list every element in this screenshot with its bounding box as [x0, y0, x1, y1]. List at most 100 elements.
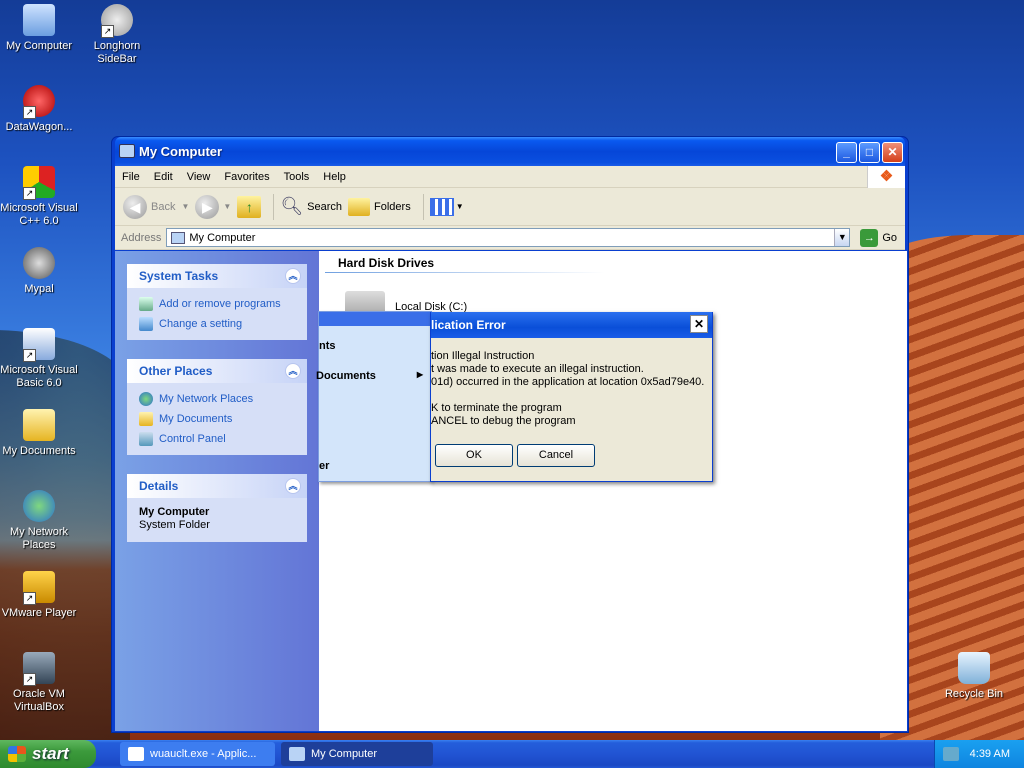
collapse-chevron-icon[interactable]: ︽	[285, 268, 301, 284]
menu-edit[interactable]: Edit	[147, 166, 180, 188]
control-panel-icon	[139, 317, 153, 331]
collapse-chevron-icon[interactable]: ︽	[285, 478, 301, 494]
back-button[interactable]: ◀ Back ▼	[123, 194, 190, 219]
other-places-header[interactable]: Other Places ︽	[127, 359, 307, 383]
chevron-down-icon: ▼	[181, 202, 190, 211]
documents-folder-icon	[23, 409, 55, 441]
details-header[interactable]: Details ︽	[127, 474, 307, 498]
desktop-icon-my-documents[interactable]: My Documents	[0, 409, 79, 458]
views-button[interactable]: ▼	[429, 197, 464, 216]
up-folder-button[interactable]: ↑	[237, 195, 262, 218]
toolbar-separator	[422, 193, 424, 220]
details-type: System Folder	[139, 519, 210, 531]
close-button[interactable]: ✕	[882, 142, 903, 163]
start-submenu: nts Documents ▶ er	[316, 311, 432, 482]
menu-help[interactable]: Help	[316, 166, 353, 188]
desktop-icon-mypal[interactable]: Mypal	[0, 247, 79, 296]
windows-flag-icon: .	[8, 746, 26, 762]
collapse-chevron-icon[interactable]: ︽	[285, 363, 301, 379]
taskbar: . start wuauclt.exe - Applic... My Compu…	[0, 740, 1024, 768]
forward-arrow-icon: ▶	[195, 194, 220, 219]
vmware-icon	[23, 571, 55, 605]
task-add-remove-programs[interactable]: Add or remove programs	[139, 294, 297, 314]
visual-cpp-icon	[23, 166, 55, 200]
menu-file[interactable]: File	[115, 166, 147, 188]
system-tasks-panel: System Tasks ︽ Add or remove programs Ch…	[127, 264, 307, 340]
application-error-dialog: lication Error ✕ tion Illegal Instructio…	[430, 312, 713, 482]
menu-view[interactable]: View	[180, 166, 218, 188]
network-places-icon	[139, 392, 153, 406]
minimize-button[interactable]: _	[836, 142, 857, 163]
desktop-icon-my-computer[interactable]: My Computer	[0, 4, 79, 53]
folder-icon	[348, 197, 371, 216]
window-icon	[128, 747, 144, 761]
back-arrow-icon: ◀	[123, 194, 147, 219]
taskbar-item-wuauclt[interactable]: wuauclt.exe - Applic...	[120, 742, 275, 766]
error-line-5: ANCEL to debug the program	[431, 415, 576, 427]
desktop-icon-datawagon[interactable]: DataWagon...	[0, 85, 79, 134]
taskbar-item-my-computer[interactable]: My Computer	[281, 742, 433, 766]
system-tasks-header[interactable]: System Tasks ︽	[127, 264, 307, 288]
place-my-documents[interactable]: My Documents	[139, 409, 297, 429]
address-input[interactable]: My Computer ▼	[166, 228, 851, 247]
submenu-body: nts Documents ▶ er	[316, 326, 431, 481]
window-title: My Computer	[139, 144, 223, 159]
go-button[interactable]: Go	[882, 232, 897, 244]
control-panel-icon	[139, 432, 153, 446]
sidebar-icon	[101, 4, 133, 38]
up-arrow-icon: ↑	[237, 195, 262, 218]
address-dropdown-button[interactable]: ▼	[834, 229, 850, 246]
desktop-icon-network-places[interactable]: My Network Places	[0, 490, 79, 552]
task-change-setting[interactable]: Change a setting	[139, 314, 297, 334]
submenu-item-documents-partial[interactable]: nts	[319, 340, 336, 352]
desktop-icon-recycle-bin[interactable]: Recycle Bin	[934, 652, 1014, 701]
menu-bar: File Edit View Favorites Tools Help ❖	[115, 166, 905, 188]
menu-tools[interactable]: Tools	[277, 166, 317, 188]
add-remove-icon	[139, 297, 153, 311]
dialog-close-button[interactable]: ✕	[690, 315, 708, 333]
folders-button[interactable]: Folders	[348, 197, 411, 216]
network-tray-icon[interactable]	[943, 747, 959, 761]
datawagon-icon	[23, 85, 55, 119]
ok-button[interactable]: OK	[435, 444, 513, 467]
go-arrow-icon[interactable]: →	[860, 228, 879, 247]
other-places-panel: Other Places ︽ My Network Places My Docu…	[127, 359, 307, 455]
window-titlebar[interactable]: My Computer _ □ ✕	[115, 137, 905, 166]
network-places-icon	[23, 490, 55, 522]
system-tray: 4:39 AM	[934, 740, 1024, 768]
documents-folder-icon	[139, 412, 153, 426]
desktop-icon-vmware[interactable]: VMware Player	[0, 571, 79, 620]
mypal-icon	[23, 247, 55, 279]
toolbar: ◀ Back ▼ ▶ ▼ ↑ 🔍︎ Search Folders ▼	[115, 188, 905, 226]
desktop-icon-virtualbox[interactable]: Oracle VM VirtualBox	[0, 652, 79, 714]
submenu-item-partial[interactable]: er	[319, 460, 329, 472]
clock[interactable]: 4:39 AM	[970, 740, 1010, 768]
maximize-button[interactable]: □	[859, 142, 880, 163]
section-divider	[325, 272, 605, 273]
desktop-icon-visual-cpp[interactable]: Microsoft Visual C++ 6.0	[0, 166, 79, 228]
toolbar-separator	[273, 193, 275, 220]
dialog-titlebar[interactable]: lication Error ✕	[431, 312, 712, 338]
menu-favorites[interactable]: Favorites	[217, 166, 276, 188]
start-button[interactable]: . start	[0, 740, 96, 768]
computer-icon	[23, 4, 55, 36]
submenu-item-my-documents[interactable]: Documents	[316, 370, 376, 382]
place-control-panel[interactable]: Control Panel	[139, 429, 297, 449]
cancel-button[interactable]: Cancel	[517, 444, 595, 467]
submenu-header	[319, 312, 431, 326]
error-line-4: K to terminate the program	[431, 402, 562, 414]
section-header: Hard Disk Drives	[338, 256, 435, 270]
virtualbox-icon	[23, 652, 55, 686]
forward-button[interactable]: ▶ ▼	[195, 194, 232, 219]
chevron-down-icon: ▼	[223, 202, 232, 211]
visual-basic-icon	[23, 328, 55, 362]
desktop-icon-visual-basic[interactable]: Microsoft Visual Basic 6.0	[0, 328, 79, 390]
place-network-places[interactable]: My Network Places	[139, 389, 297, 409]
views-icon	[429, 197, 454, 216]
windows-logo-icon: ❖	[867, 166, 905, 188]
desktop-icon-longhorn-sidebar[interactable]: Longhorn SideBar	[77, 4, 157, 66]
task-pane: System Tasks ︽ Add or remove programs Ch…	[115, 251, 319, 731]
search-icon: 🔍︎	[280, 196, 304, 216]
search-button[interactable]: 🔍︎ Search	[280, 196, 342, 217]
address-bar: Address My Computer ▼ → Go	[115, 226, 905, 250]
